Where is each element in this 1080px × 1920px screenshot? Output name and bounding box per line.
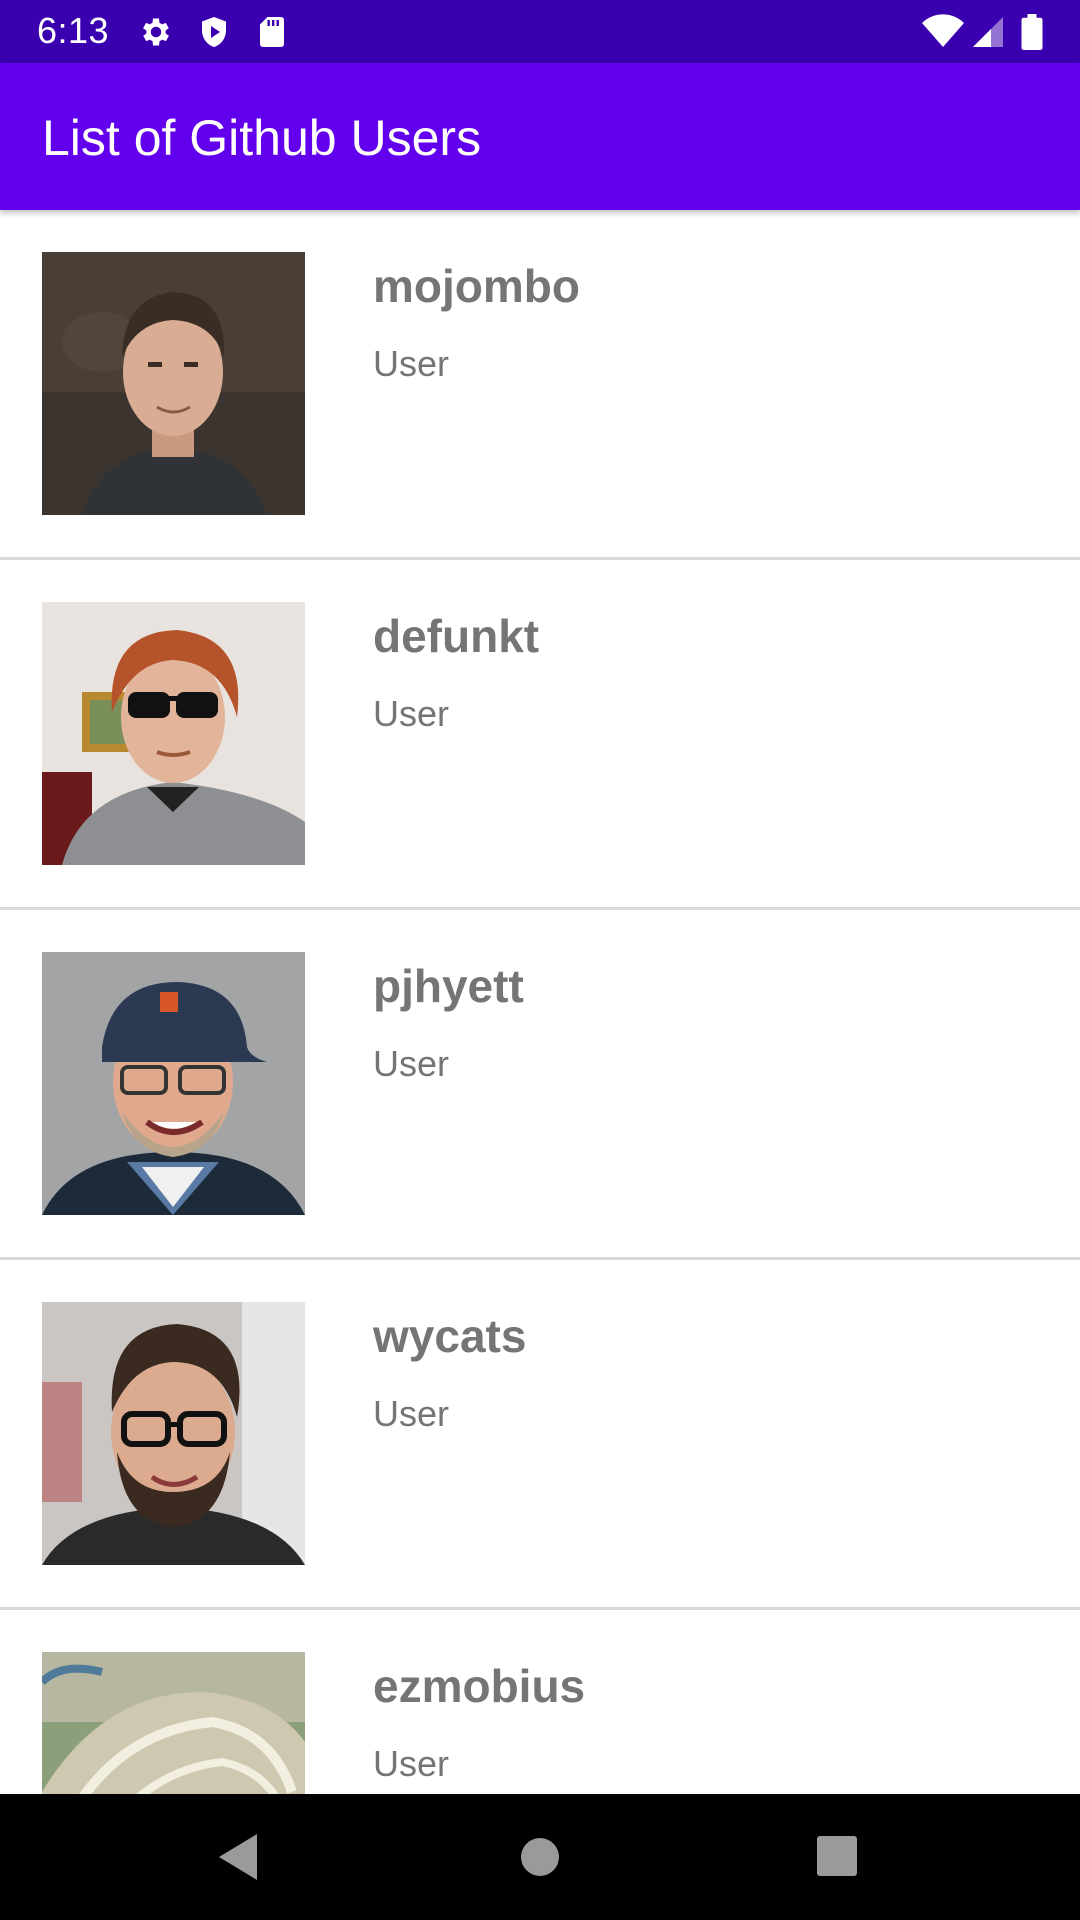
home-icon[interactable]: [505, 1822, 575, 1892]
app-bar: List of Github Users: [0, 63, 1080, 210]
signal-icon: [970, 14, 1006, 50]
avatar: [42, 1652, 305, 1794]
wifi-icon: [920, 14, 966, 50]
username: ezmobius: [373, 1660, 586, 1712]
user-type: User: [373, 1743, 450, 1784]
list-item[interactable]: defunkt User: [0, 560, 1080, 910]
username: pjhyett: [373, 960, 524, 1012]
user-list[interactable]: mojombo User defunkt User pjhyett User w…: [0, 210, 1080, 1794]
list-item[interactable]: pjhyett User: [0, 910, 1080, 1260]
navigation-bar: [0, 1794, 1080, 1920]
gear-icon: [138, 14, 174, 50]
back-icon[interactable]: [205, 1822, 275, 1892]
avatar: [42, 952, 305, 1215]
avatar: [42, 252, 305, 515]
recents-icon[interactable]: [803, 1822, 873, 1892]
list-item[interactable]: ezmobius User: [0, 1610, 1080, 1794]
user-type: User: [373, 343, 450, 384]
battery-icon: [1018, 14, 1046, 50]
shield-icon: [196, 14, 232, 50]
status-time: 6:13: [37, 10, 110, 51]
avatar: [42, 1302, 305, 1565]
app-title: List of Github Users: [42, 110, 482, 166]
username: mojombo: [373, 260, 580, 312]
sd-card-icon: [254, 14, 290, 50]
avatar: [42, 602, 305, 865]
user-type: User: [373, 1393, 450, 1434]
status-bar: 6:13: [0, 0, 1080, 63]
username: wycats: [373, 1310, 527, 1362]
list-item[interactable]: wycats User: [0, 1260, 1080, 1610]
user-type: User: [373, 1043, 450, 1084]
list-item[interactable]: mojombo User: [0, 210, 1080, 560]
user-type: User: [373, 693, 450, 734]
username: defunkt: [373, 610, 540, 662]
